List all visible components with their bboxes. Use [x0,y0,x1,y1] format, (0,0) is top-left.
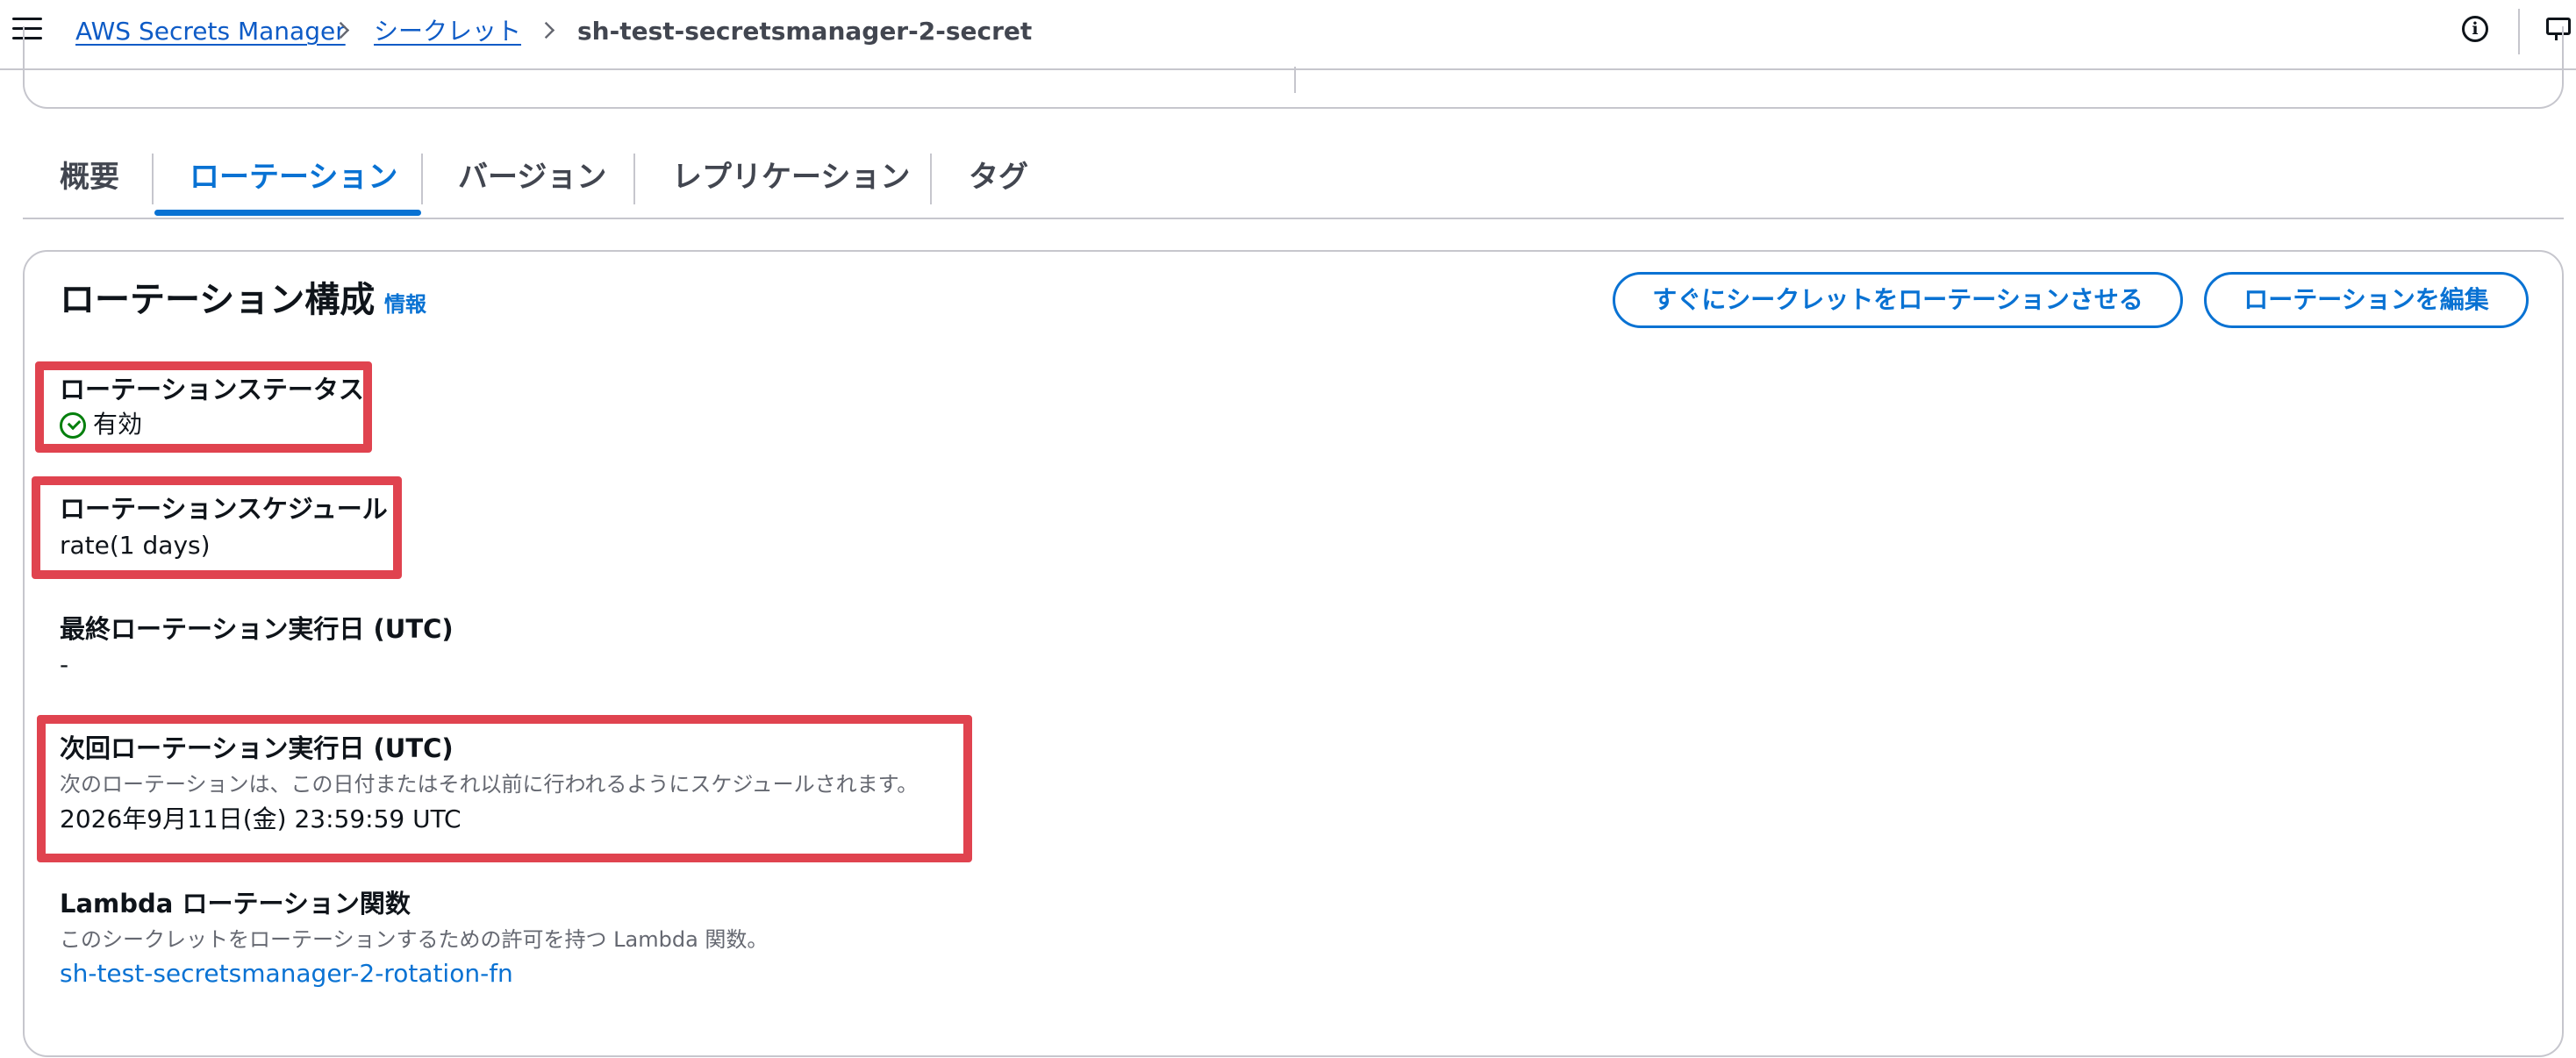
tab-versions[interactable]: バージョン [458,158,606,211]
lambda-function-label: Lambda ローテーション関数 [60,889,411,919]
tab-divider [152,154,154,204]
tab-tags[interactable]: タグ [969,158,1028,211]
column-divider [1294,67,1296,93]
last-rotated-label: 最終ローテーション実行日 (UTC) [60,614,454,644]
active-tab-indicator [154,210,421,216]
tabs-baseline [23,218,2564,219]
highlight-box-next-rotation [37,715,972,862]
highlight-box-rotation-status [35,361,372,453]
secret-details-card [23,26,2564,109]
tab-divider [633,154,635,204]
lambda-function-link[interactable]: sh-test-secretsmanager-2-rotation-fn [60,956,513,991]
tab-divider [421,154,423,204]
highlight-box-rotation-schedule [32,476,402,579]
tab-divider [930,154,932,204]
last-rotated-value: - [60,650,69,679]
edit-rotation-button[interactable]: ローテーションを編集 [2204,272,2529,328]
info-link[interactable]: 情報 [384,290,426,319]
tab-rotation[interactable]: ローテーション [190,158,397,211]
rotate-secret-now-button[interactable]: すぐにシークレットをローテーションさせる [1613,272,2183,328]
lambda-function-description: このシークレットをローテーションするための許可を持つ Lambda 関数。 [60,927,769,952]
rotation-configuration-title: ローテーション構成 [60,280,376,320]
tab-overview[interactable]: 概要 [60,158,119,211]
tab-replication[interactable]: レプリケーション [672,158,910,211]
